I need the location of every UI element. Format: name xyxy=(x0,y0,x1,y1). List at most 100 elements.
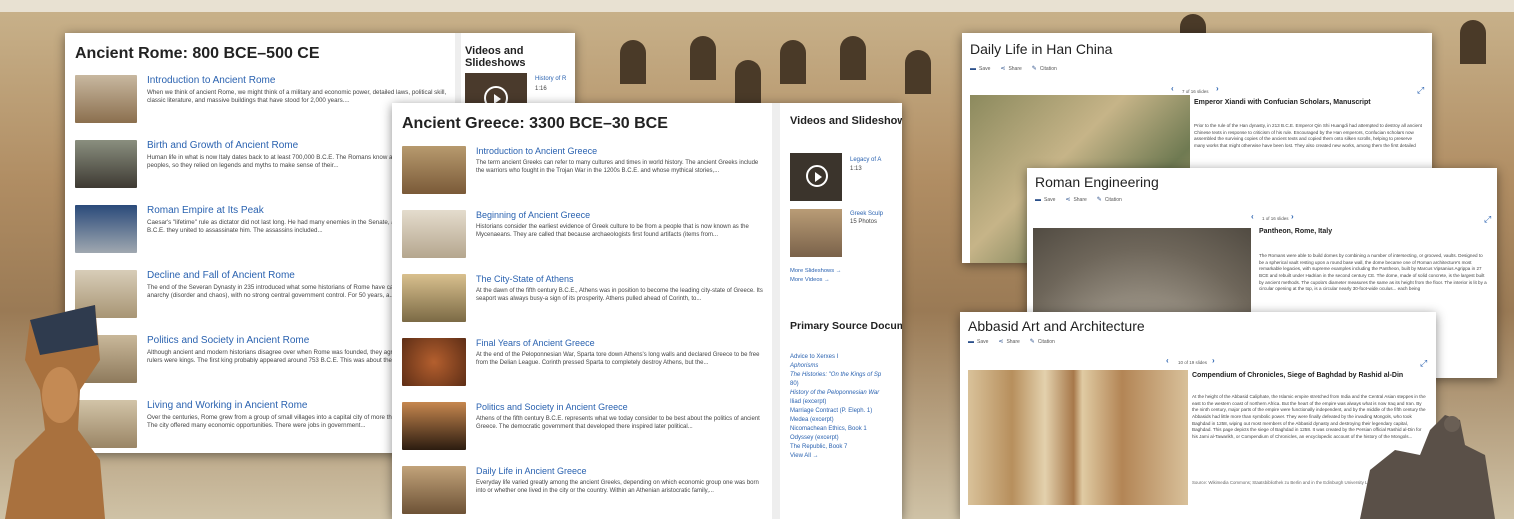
source-link[interactable]: Nicomachean Ethics, Book 1 xyxy=(790,426,900,432)
sidebar-title: Videos and Slideshows xyxy=(465,45,526,69)
ruin-arch xyxy=(780,40,806,84)
primary-sources-sidebar: Primary Source Documents Advice to Xerxe… xyxy=(782,308,902,519)
view-all-link[interactable]: View All → xyxy=(790,453,900,459)
list-item[interactable]: Final Years of Ancient Greece At the end… xyxy=(402,338,767,388)
source-link[interactable]: Medea (excerpt) xyxy=(790,417,900,423)
statue-thumbnail xyxy=(75,205,137,253)
item-title[interactable]: The City-State of Athens xyxy=(476,274,767,284)
source-link[interactable]: The Histories: "On the Kings of Sp xyxy=(790,372,900,378)
slideshow-count: 15 Photos xyxy=(850,219,878,225)
list-item[interactable]: Beginning of Ancient Greece Historians c… xyxy=(402,210,767,260)
expand-icon[interactable]: ⤢ xyxy=(1420,358,1427,369)
greece-videos-sidebar: Videos and Slideshows Legacy of A 1:13 G… xyxy=(782,103,902,301)
video-duration: 1:13 xyxy=(850,166,862,172)
folder-icon: ▬ xyxy=(968,338,974,345)
folder-icon: ▬ xyxy=(970,65,976,72)
slideshow-title: Daily Life in Han China xyxy=(970,41,1113,57)
ruin-arch xyxy=(620,40,646,84)
expand-icon[interactable]: ⤢ xyxy=(1484,214,1491,225)
toolbar: ▬ Save ⋖ Share ✎ Citation xyxy=(970,65,1057,73)
toolbar: ▬ Save ⋖ Share ✎ Citation xyxy=(1035,196,1122,204)
ruin-arch xyxy=(905,50,931,94)
ruin-arch xyxy=(1460,20,1486,64)
source-link[interactable]: Marriage Contract (P. Eleph. 1) xyxy=(790,408,900,414)
item-title[interactable]: Introduction to Ancient Rome xyxy=(147,75,450,86)
slide-caption-text: The Romans were able to build domes by c… xyxy=(1259,253,1487,292)
slideshow-title[interactable]: Greek Sculp xyxy=(850,211,883,217)
save-button[interactable]: ▬ Save xyxy=(970,65,990,72)
slide-caption-text: Prior to the rule of the Han dynasty, in… xyxy=(1194,123,1422,148)
fresco-thumbnail xyxy=(402,210,466,258)
item-title[interactable]: Final Years of Ancient Greece xyxy=(476,338,767,348)
share-button[interactable]: ⋖ Share xyxy=(1000,65,1021,73)
source-link[interactable]: Iliad (excerpt) xyxy=(790,399,900,405)
prev-arrow-icon[interactable]: ‹ xyxy=(1251,212,1254,221)
pottery-thumbnail xyxy=(402,402,466,450)
prev-arrow-icon[interactable]: ‹ xyxy=(1166,356,1169,365)
source-link[interactable]: History of the Peloponnesian War xyxy=(790,390,900,396)
amphorae-thumbnail xyxy=(402,466,466,514)
share-button[interactable]: ⋖ Share xyxy=(998,338,1019,346)
slide-counter: 1 of 16 slides xyxy=(1262,216,1289,221)
next-arrow-icon[interactable]: › xyxy=(1216,84,1219,93)
video-title[interactable]: Legacy of A xyxy=(850,157,881,163)
item-desc: Athens of the fifth century B.C.E. repre… xyxy=(476,416,760,431)
greece-panel: Ancient Greece: 3300 BCE–30 BCE Introduc… xyxy=(392,103,902,519)
theater-thumbnail xyxy=(402,146,466,194)
item-desc: The term ancient Greeks can refer to man… xyxy=(476,160,759,175)
citation-icon: ✎ xyxy=(1029,339,1035,345)
expand-icon[interactable]: ⤢ xyxy=(1417,85,1424,96)
item-desc: Everyday life varied greatly among the a… xyxy=(476,480,759,495)
more-slideshows-link[interactable]: More Slideshows → xyxy=(790,268,842,274)
greece-title: Ancient Greece: 3300 BCE–30 BCE xyxy=(402,115,668,132)
more-videos-link[interactable]: More Videos → xyxy=(790,277,830,283)
citation-icon: ✎ xyxy=(1031,66,1037,72)
item-desc: At the end of the Peloponnesian War, Spa… xyxy=(476,352,760,367)
sky xyxy=(0,0,1514,12)
item-title[interactable]: Introduction to Ancient Greece xyxy=(476,146,767,156)
prev-arrow-icon[interactable]: ‹ xyxy=(1171,84,1174,93)
rome-title: Ancient Rome: 800 BCE–500 CE xyxy=(75,45,320,62)
video-duration: 1:16 xyxy=(535,86,547,92)
sources-list: Advice to Xerxes I Aphorisms The Histori… xyxy=(790,354,900,462)
ruin-arch xyxy=(735,60,761,104)
next-arrow-icon[interactable]: › xyxy=(1212,356,1215,365)
share-button[interactable]: ⋖ Share xyxy=(1065,196,1086,204)
citation-button[interactable]: ✎ Citation xyxy=(1096,196,1122,204)
slide-counter: 7 of 16 slides xyxy=(1182,89,1209,94)
source-link[interactable]: Odyssey (excerpt) xyxy=(790,435,900,441)
acropolis-thumbnail xyxy=(402,274,466,322)
list-item[interactable]: The City-State of Athens At the dawn of … xyxy=(402,274,767,324)
video-title[interactable]: History of R xyxy=(535,76,566,82)
source-link[interactable]: 80) xyxy=(790,381,900,387)
slide-counter: 10 of 19 slides xyxy=(1178,360,1208,365)
next-arrow-icon[interactable]: › xyxy=(1291,212,1294,221)
citation-button[interactable]: ✎ Citation xyxy=(1029,338,1055,346)
item-title[interactable]: Daily Life in Ancient Greece xyxy=(476,466,767,476)
list-item[interactable]: Daily Life in Ancient Greece Everyday li… xyxy=(402,466,767,516)
folder-icon: ▬ xyxy=(1035,196,1041,203)
save-button[interactable]: ▬ Save xyxy=(1035,196,1055,203)
list-item[interactable]: Politics and Society in Ancient Greece A… xyxy=(402,402,767,452)
vase-thumbnail xyxy=(402,338,466,386)
item-desc: At the dawn of the fifth century B.C.E.,… xyxy=(476,288,763,303)
item-desc: Historians consider the earliest evidenc… xyxy=(476,224,749,239)
source-link[interactable]: Advice to Xerxes I xyxy=(790,354,900,360)
save-button[interactable]: ▬ Save xyxy=(968,338,988,345)
she-wolf-thumbnail xyxy=(75,140,137,188)
video-thumbnail[interactable] xyxy=(790,153,842,201)
item-title[interactable]: Politics and Society in Ancient Greece xyxy=(476,402,767,412)
toolbar: ▬ Save ⋖ Share ✎ Citation xyxy=(968,338,1055,346)
list-item[interactable]: Introduction to Ancient Greece The term … xyxy=(402,146,767,196)
citation-icon: ✎ xyxy=(1096,197,1102,203)
slideshow-title: Abbasid Art and Architecture xyxy=(968,318,1145,334)
item-title[interactable]: Beginning of Ancient Greece xyxy=(476,210,767,220)
source-link[interactable]: The Republic, Book 7 xyxy=(790,444,900,450)
slideshow-thumbnail[interactable] xyxy=(790,209,842,257)
play-icon[interactable] xyxy=(806,165,828,187)
share-icon: ⋖ xyxy=(1065,197,1071,203)
slide-caption-title: Emperor Xiandi with Confucian Scholars, … xyxy=(1194,99,1371,106)
citation-button[interactable]: ✎ Citation xyxy=(1031,65,1057,73)
source-link[interactable]: Aphorisms xyxy=(790,363,900,369)
column-divider xyxy=(772,103,780,519)
